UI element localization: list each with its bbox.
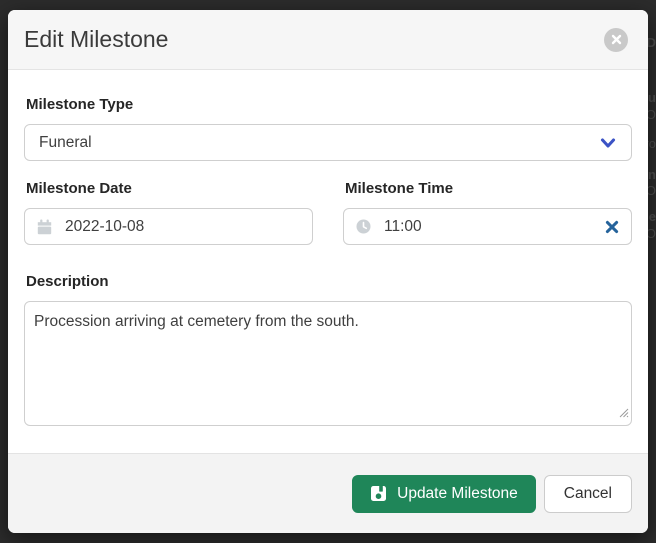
- backdrop-text-fragment: u: [648, 91, 656, 104]
- milestone-date-input[interactable]: [65, 218, 300, 236]
- close-button[interactable]: [604, 28, 628, 52]
- backdrop-text-fragment: D: [647, 36, 656, 49]
- milestone-type-select[interactable]: Funeral: [24, 124, 632, 161]
- clear-time-button[interactable]: [605, 220, 619, 234]
- close-icon: [611, 34, 622, 45]
- description-textarea[interactable]: Procession arriving at cemetery from the…: [24, 301, 632, 426]
- description-field: Procession arriving at cemetery from the…: [24, 301, 632, 426]
- milestone-time-field[interactable]: [343, 208, 632, 245]
- chevron-down-icon: [599, 135, 617, 151]
- save-floppy-icon: [370, 485, 387, 502]
- milestone-time-input[interactable]: [384, 218, 592, 236]
- backdrop-text-fragment: e: [649, 210, 656, 223]
- x-clear-icon: [605, 220, 619, 234]
- milestone-time-label: Milestone Time: [345, 180, 632, 197]
- milestone-date-label: Milestone Date: [26, 180, 313, 197]
- date-time-row: Milestone Date Milestone Time: [24, 180, 632, 245]
- milestone-date-field[interactable]: [24, 208, 313, 245]
- time-column: Milestone Time: [343, 180, 632, 245]
- calendar-icon: [37, 219, 52, 235]
- backdrop-text-fragment: n: [648, 168, 656, 181]
- milestone-type-label: Milestone Type: [26, 96, 632, 113]
- cancel-button[interactable]: Cancel: [544, 475, 632, 513]
- update-milestone-label: Update Milestone: [397, 485, 518, 503]
- dialog-title: Edit Milestone: [24, 26, 168, 53]
- date-column: Milestone Date: [24, 180, 313, 245]
- edit-milestone-dialog: Edit Milestone Milestone Type Funeral Mi…: [8, 10, 648, 533]
- milestone-type-value: Funeral: [39, 134, 92, 152]
- dialog-header: Edit Milestone: [8, 10, 648, 70]
- dialog-body: Milestone Type Funeral Milestone Date: [8, 70, 648, 453]
- update-milestone-button[interactable]: Update Milestone: [352, 475, 536, 513]
- description-label: Description: [26, 273, 632, 290]
- clock-icon: [356, 219, 371, 234]
- dialog-footer: Update Milestone Cancel: [8, 453, 648, 533]
- cancel-label: Cancel: [564, 485, 612, 503]
